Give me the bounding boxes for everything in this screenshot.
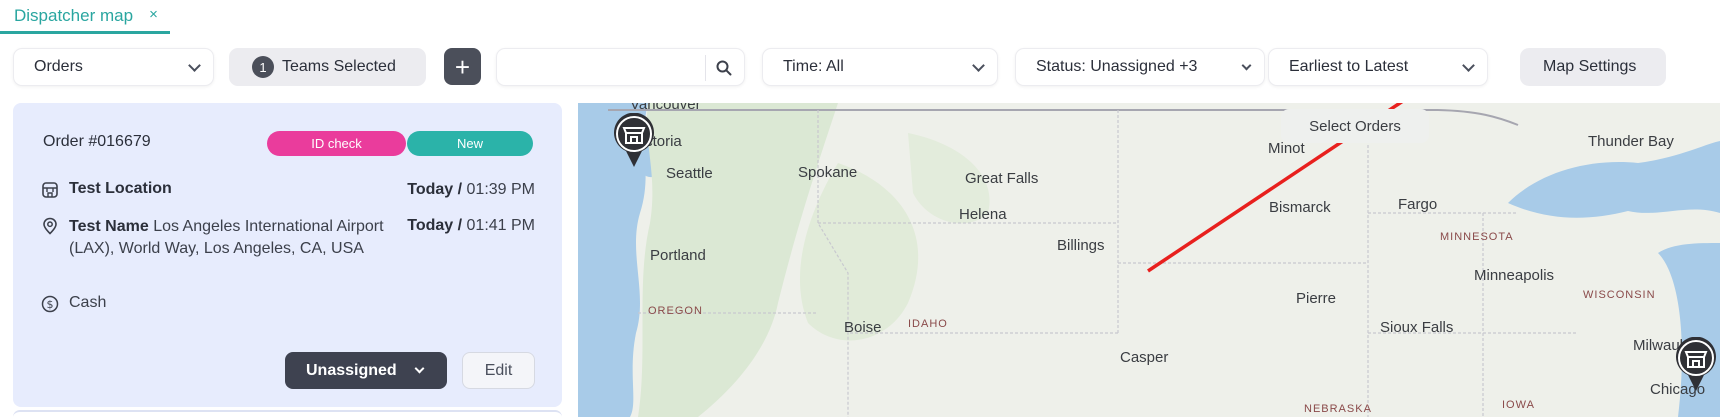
city-label: Spokane xyxy=(798,164,858,181)
store-icon xyxy=(42,182,58,198)
teams-selector[interactable]: 1 Teams Selected xyxy=(229,48,426,86)
store-marker-icon[interactable] xyxy=(1674,337,1718,393)
toolbar: Orders 1 Teams Selected + Time: All Stat… xyxy=(0,48,1720,88)
edit-button[interactable]: Edit xyxy=(462,352,535,389)
teams-selector-label: Teams Selected xyxy=(282,58,396,75)
dropoff-address-block: Test Name Los Angeles International Airp… xyxy=(69,216,387,260)
forest-region xyxy=(799,163,919,341)
orders-dropdown[interactable]: Orders xyxy=(13,48,214,86)
city-label: Sioux Falls xyxy=(1380,319,1454,336)
chevron-down-icon xyxy=(414,363,425,374)
dollar-icon: $ xyxy=(41,295,59,313)
close-icon[interactable]: × xyxy=(149,6,158,23)
city-label: Billings xyxy=(1057,237,1105,254)
city-label: Pierre xyxy=(1296,290,1337,307)
pickup-time-value: 01:39 PM xyxy=(466,181,535,198)
state-label: OREGON xyxy=(648,305,703,317)
search-divider xyxy=(705,55,706,81)
map-canvas xyxy=(578,103,1720,417)
status-filter-label: Status: Unassigned +3 xyxy=(1036,58,1198,75)
city-label: Casper xyxy=(1120,349,1169,366)
select-orders-button[interactable]: Select Orders xyxy=(1281,109,1429,143)
sort-label: Earliest to Latest xyxy=(1289,58,1409,75)
time-filter-label: Time: All xyxy=(783,58,844,75)
city-label: Boise xyxy=(844,319,882,336)
pickup-time: Today / 01:39 PM xyxy=(407,181,535,199)
status-filter-dropdown[interactable]: Status: Unassigned +3 xyxy=(1015,48,1265,86)
dropoff-time: Today / 01:41 PM xyxy=(407,217,535,235)
tab-dispatcher-map[interactable]: Dispatcher map × xyxy=(0,0,172,34)
chevron-down-icon xyxy=(1241,60,1252,71)
us-canada-border xyxy=(1437,109,1519,126)
order-number: Order #016679 xyxy=(43,133,151,150)
pickup-date: Today / xyxy=(407,181,463,198)
chevron-down-icon xyxy=(188,59,201,72)
map-settings-button[interactable]: Map Settings xyxy=(1520,48,1666,86)
time-filter-dropdown[interactable]: Time: All xyxy=(762,48,998,86)
add-button[interactable]: + xyxy=(444,48,481,85)
chevron-down-icon xyxy=(972,59,985,72)
payment-method: Cash xyxy=(69,294,107,311)
map-settings-label: Map Settings xyxy=(1543,58,1637,75)
city-label: Seattle xyxy=(666,165,713,182)
state-label: NEBRASKA xyxy=(1304,403,1372,415)
city-label: Fargo xyxy=(1398,196,1438,213)
city-label: Portland xyxy=(650,247,706,264)
orders-dropdown-label: Orders xyxy=(34,58,83,75)
city-label: Helena xyxy=(959,206,1007,223)
city-label: Vancouver xyxy=(630,103,701,113)
dropoff-name: Test Name xyxy=(69,218,149,235)
city-label: Thunder Bay xyxy=(1588,133,1674,150)
chevron-down-icon xyxy=(1462,59,1475,72)
id-check-badge: ID check xyxy=(267,131,406,156)
svg-text:$: $ xyxy=(47,298,54,311)
city-label: Great Falls xyxy=(965,170,1039,187)
next-order-card-edge xyxy=(13,410,562,417)
dropoff-time-value: 01:41 PM xyxy=(466,217,535,234)
sort-dropdown[interactable]: Earliest to Latest xyxy=(1268,48,1488,86)
dropoff-row: Test Name Los Angeles International Airp… xyxy=(41,216,387,260)
pickup-location-name: Test Location xyxy=(69,180,172,197)
status-button-label: Unassigned xyxy=(306,361,397,379)
location-pin-icon xyxy=(43,217,57,235)
state-label: WISCONSIN xyxy=(1583,289,1656,301)
tab-title: Dispatcher map xyxy=(14,6,134,25)
pickup-row: Test Location xyxy=(41,180,172,199)
search-input[interactable] xyxy=(511,52,711,82)
state-label: IOWA xyxy=(1502,399,1535,411)
payment-row: $ Cash xyxy=(41,294,106,313)
tab-bar: Dispatcher map × xyxy=(0,0,1720,34)
status-dropdown-button[interactable]: Unassigned xyxy=(285,352,447,389)
city-label: Minneapolis xyxy=(1474,267,1555,284)
city-label: Bismarck xyxy=(1269,199,1331,216)
search-icon[interactable] xyxy=(716,60,732,76)
dropoff-date: Today / xyxy=(407,217,463,234)
state-label: IDAHO xyxy=(908,318,948,330)
tab-active-indicator xyxy=(0,31,170,34)
map-view[interactable]: Vancouver Victoria Seattle Spokane Great… xyxy=(578,103,1720,417)
search-box[interactable] xyxy=(496,48,745,86)
order-card[interactable]: Order #016679 ID check New Test Location… xyxy=(13,103,562,407)
teams-count-badge: 1 xyxy=(252,56,274,78)
new-status-badge: New xyxy=(407,131,533,156)
lake-superior xyxy=(1508,141,1720,218)
store-marker-icon[interactable] xyxy=(612,113,656,169)
state-label: MINNESOTA xyxy=(1440,231,1514,243)
